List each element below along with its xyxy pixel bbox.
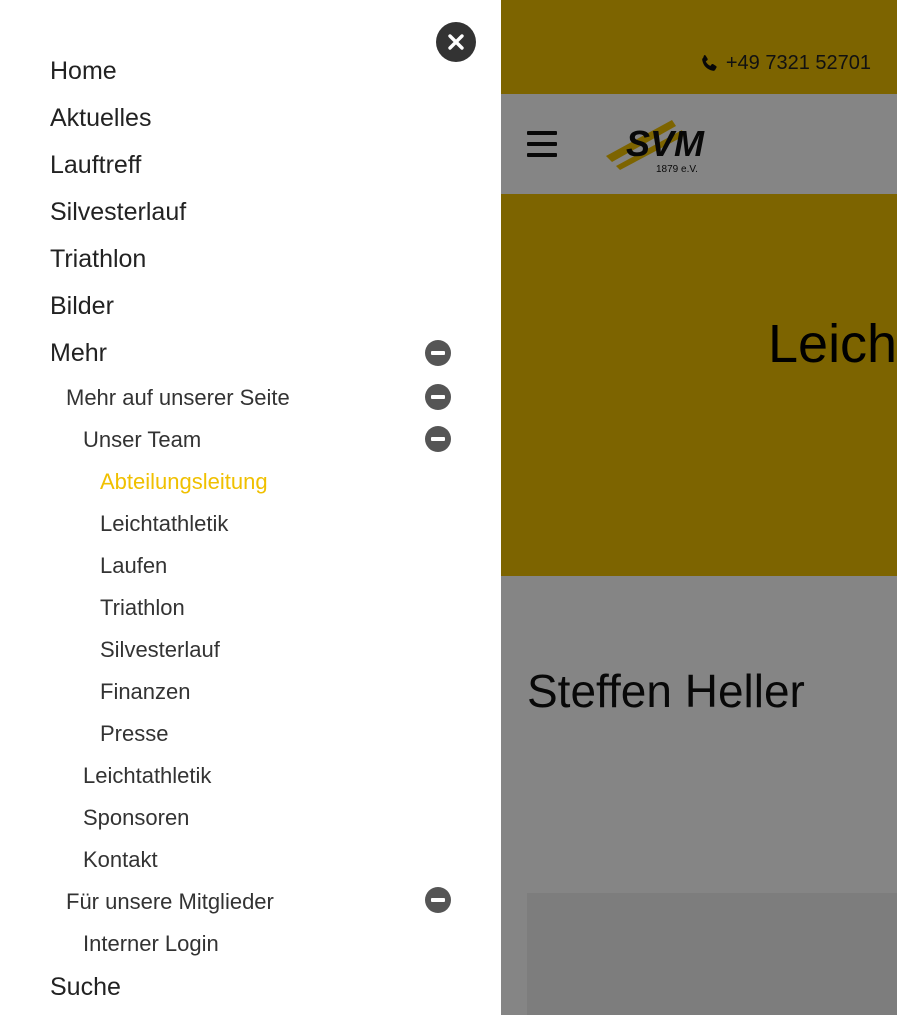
collapse-mehr-icon[interactable]: [425, 340, 451, 366]
menu-item-presse[interactable]: Presse: [100, 721, 168, 747]
collapse-unser-team-icon[interactable]: [425, 426, 451, 452]
menu-item-unser-team[interactable]: Unser Team: [83, 427, 201, 453]
menu-item-suche[interactable]: Suche: [50, 973, 121, 1002]
menu-item-fuer-unsere-mitglieder[interactable]: Für unsere Mitglieder: [66, 889, 274, 915]
menu-item-mehr[interactable]: Mehr: [50, 339, 107, 368]
side-menu: Home Aktuelles Lauftreff Silvesterlauf T…: [0, 0, 501, 1015]
menu-item-kontakt[interactable]: Kontakt: [83, 847, 158, 873]
close-button[interactable]: [436, 22, 476, 62]
menu-item-leichtathletik-team[interactable]: Leichtathletik: [100, 511, 228, 537]
menu-item-home[interactable]: Home: [50, 57, 117, 86]
menu-item-interner-login[interactable]: Interner Login: [83, 931, 219, 957]
menu-item-bilder[interactable]: Bilder: [50, 292, 114, 321]
menu-item-silvesterlauf-team[interactable]: Silvesterlauf: [100, 637, 220, 663]
menu-item-triathlon-team[interactable]: Triathlon: [100, 595, 185, 621]
menu-item-lauftreff[interactable]: Lauftreff: [50, 151, 141, 180]
menu-item-mehr-auf-unserer-seite[interactable]: Mehr auf unserer Seite: [66, 385, 290, 411]
menu-item-triathlon[interactable]: Triathlon: [50, 245, 146, 274]
close-icon: [448, 34, 464, 50]
menu-item-leichtathletik[interactable]: Leichtathletik: [83, 763, 211, 789]
menu-item-finanzen[interactable]: Finanzen: [100, 679, 191, 705]
collapse-fuer-unsere-mitglieder-icon[interactable]: [425, 887, 451, 913]
menu-item-abteilungsleitung[interactable]: Abteilungsleitung: [100, 469, 268, 495]
menu-item-sponsoren[interactable]: Sponsoren: [83, 805, 189, 831]
menu-item-silvesterlauf[interactable]: Silvesterlauf: [50, 198, 186, 227]
menu-item-laufen[interactable]: Laufen: [100, 553, 167, 579]
menu-item-aktuelles[interactable]: Aktuelles: [50, 104, 151, 133]
collapse-mehr-auf-unserer-seite-icon[interactable]: [425, 384, 451, 410]
